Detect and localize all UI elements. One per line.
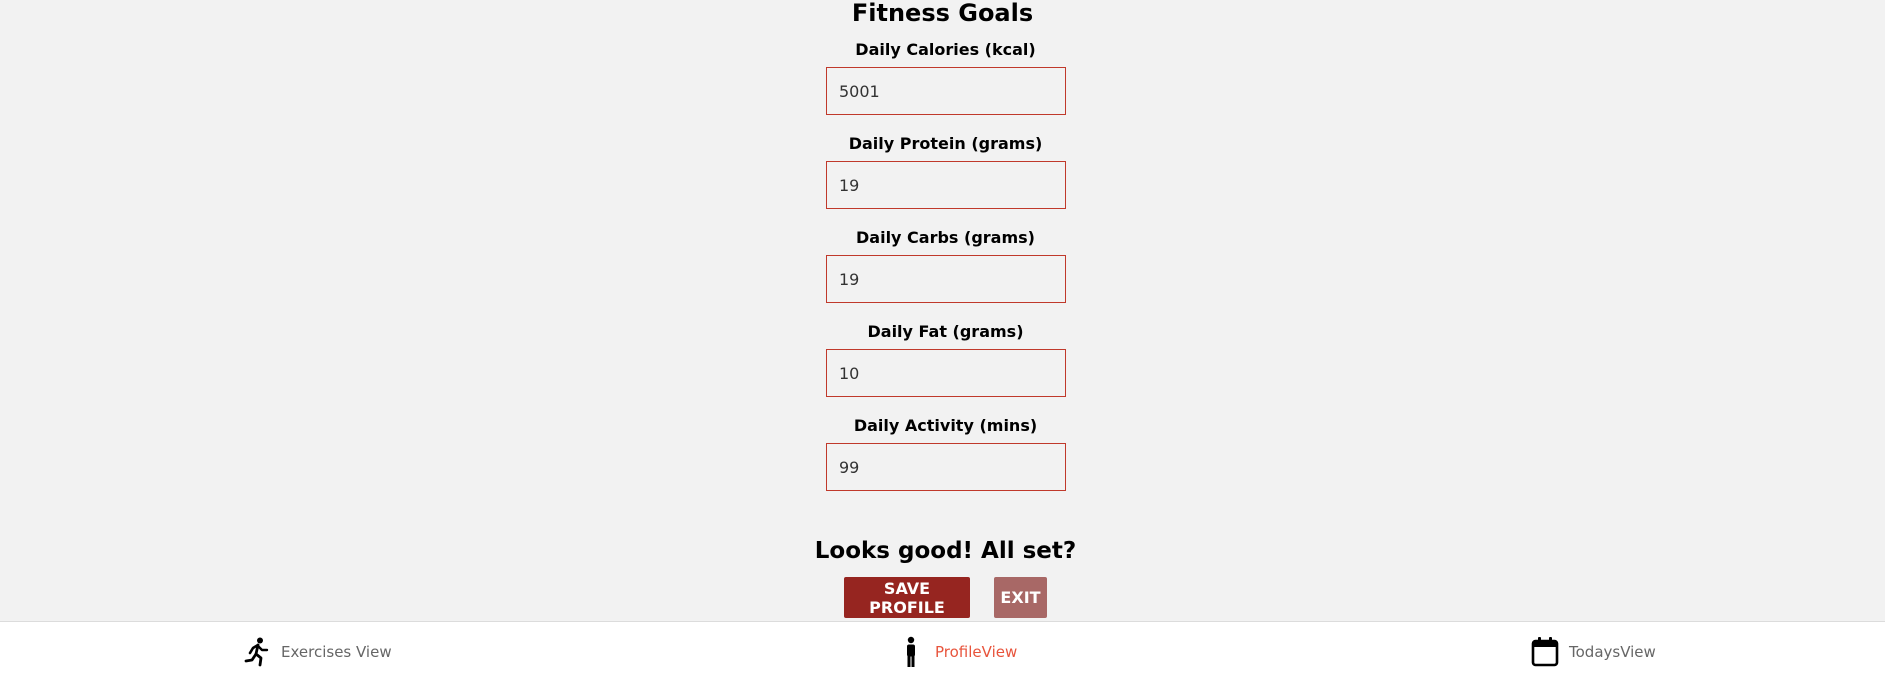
protein-input[interactable] xyxy=(826,161,1066,209)
carbs-label: Daily Carbs (grams) xyxy=(856,228,1035,247)
nav-label-profile: ProfileView xyxy=(935,643,1018,661)
nav-label-today: TodaysView xyxy=(1569,643,1656,661)
nav-label-exercises: Exercises View xyxy=(281,643,392,661)
activity-input[interactable] xyxy=(826,443,1066,491)
fat-label: Daily Fat (grams) xyxy=(867,322,1024,341)
fat-input[interactable] xyxy=(826,349,1066,397)
fitness-goals-form: Fitness Goals Daily Calories (kcal) Dail… xyxy=(0,0,1885,621)
protein-label: Daily Protein (grams) xyxy=(848,134,1043,153)
calories-label: Daily Calories (kcal) xyxy=(855,40,1036,59)
calories-input[interactable] xyxy=(826,67,1066,115)
page-title: Fitness Goals xyxy=(851,0,1034,27)
nav-item-exercises[interactable]: Exercises View xyxy=(243,636,392,668)
calendar-icon xyxy=(1531,636,1559,668)
running-person-icon xyxy=(243,636,271,668)
bottom-navigation: Exercises View ProfileView TodaysView xyxy=(0,621,1885,678)
confirm-heading: Looks good! All set? xyxy=(814,538,1077,564)
carbs-input[interactable] xyxy=(826,255,1066,303)
activity-label: Daily Activity (mins) xyxy=(853,416,1038,435)
nav-item-profile[interactable]: ProfileView xyxy=(897,636,1017,668)
exit-button[interactable]: EXIT xyxy=(994,577,1047,618)
save-profile-button[interactable]: SAVE PROFILE xyxy=(844,577,970,618)
person-icon xyxy=(897,636,925,668)
nav-item-today[interactable]: TodaysView xyxy=(1531,636,1656,668)
